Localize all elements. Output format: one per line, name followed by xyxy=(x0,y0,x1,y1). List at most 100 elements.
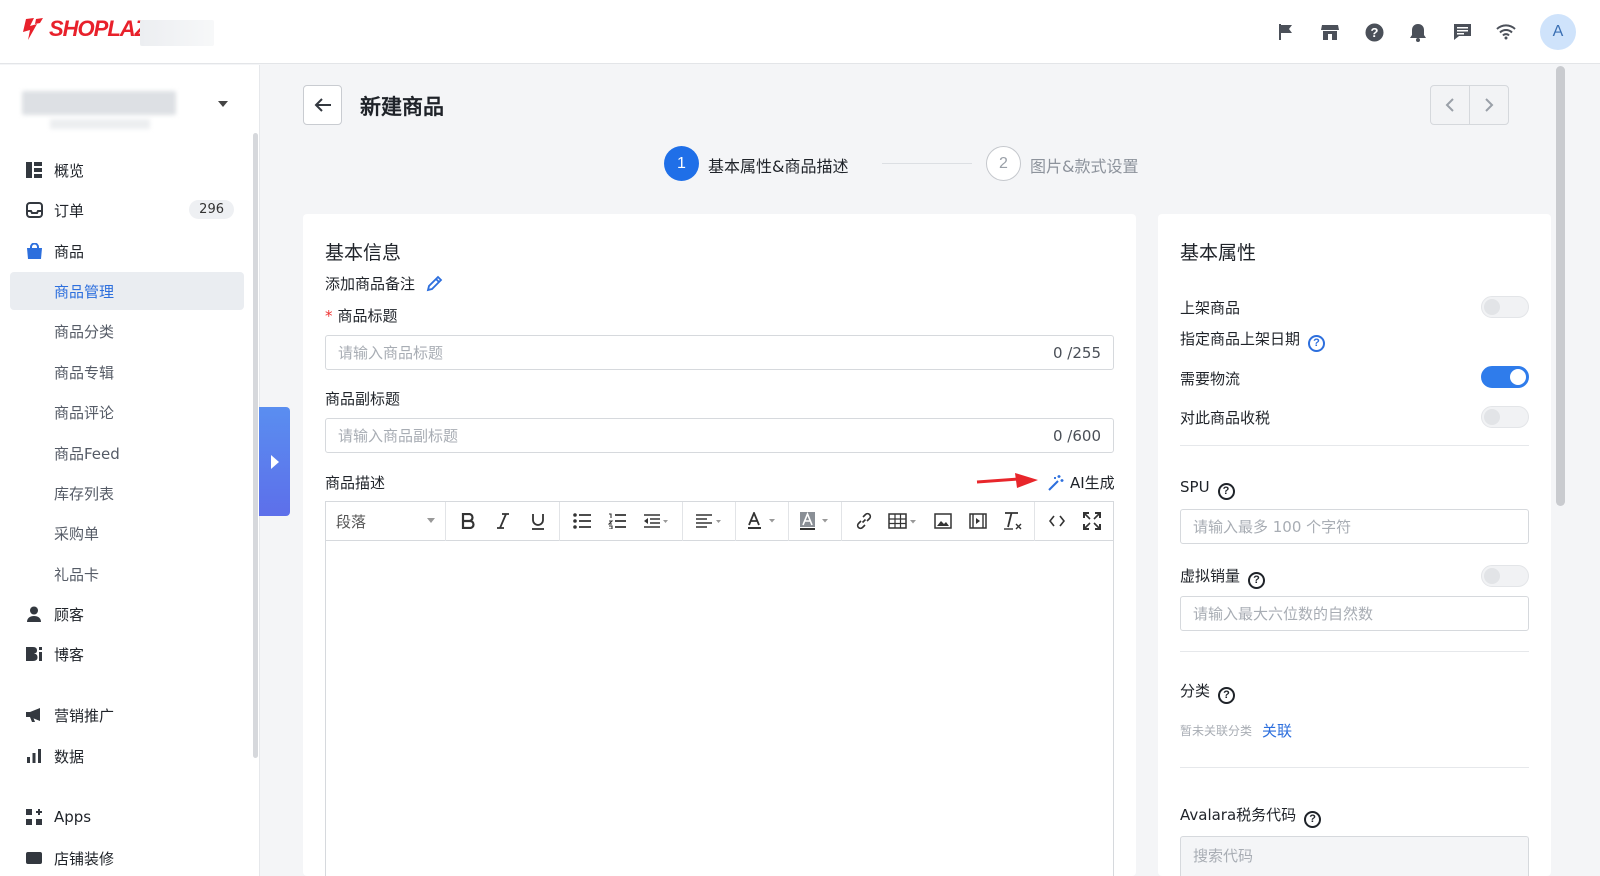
fullscreen-button[interactable] xyxy=(1074,502,1109,541)
avalara-placeholder: 搜索代码 xyxy=(1193,847,1254,865)
virtual-sales-label: 虚拟销量? xyxy=(1180,565,1266,589)
step-indicator: 1 基本属性&商品描述 2 图片&款式设置 xyxy=(664,146,1184,182)
avalara-label: Avalara税务代码? xyxy=(1180,804,1322,828)
virtual-sales-toggle[interactable] xyxy=(1481,565,1529,587)
spu-input[interactable]: 请输入最多 100 个字符 xyxy=(1180,509,1529,544)
store-selector-redacted-sub xyxy=(50,119,150,129)
category-link[interactable]: 关联 xyxy=(1262,720,1292,741)
store-selector-redacted xyxy=(22,91,176,115)
chevron-right-icon xyxy=(1485,98,1494,112)
code-icon xyxy=(1048,515,1065,527)
sidebar-subitem-product-collections[interactable]: 商品专辑 xyxy=(10,353,244,391)
store-selector[interactable] xyxy=(20,89,242,129)
bulleted-list-button[interactable] xyxy=(564,502,599,541)
sidebar-item-marketing[interactable]: 营销推广 xyxy=(10,696,244,734)
publish-toggle[interactable] xyxy=(1481,296,1529,318)
video-button[interactable] xyxy=(960,502,995,541)
sidebar-item-orders[interactable]: 订单 296 xyxy=(10,191,244,229)
background-color-button[interactable] xyxy=(793,502,837,541)
sidebar-item-label: 订单 xyxy=(54,201,85,220)
step-1-label[interactable]: 基本属性&商品描述 xyxy=(708,153,848,177)
bold-button[interactable] xyxy=(450,502,485,541)
avalara-code-select[interactable]: 搜索代码 xyxy=(1180,836,1529,876)
table-button[interactable] xyxy=(881,502,925,541)
help-icon[interactable]: ? xyxy=(1304,810,1322,828)
help-icon[interactable]: ? xyxy=(1248,571,1266,589)
sidebar-subitem-product-feed[interactable]: 商品Feed xyxy=(10,434,244,472)
sidebar-item-overview[interactable]: 概览 xyxy=(10,151,244,189)
chat-icon[interactable] xyxy=(1440,14,1484,50)
numbered-list-icon xyxy=(607,513,626,529)
toolbar-group-view xyxy=(1034,501,1113,541)
sidebar-scrollbar[interactable] xyxy=(253,133,258,758)
sidebar-subitem-purchase-orders[interactable]: 采购单 xyxy=(10,514,244,552)
sidebar-subitem-inventory[interactable]: 库存列表 xyxy=(10,474,244,512)
main-scrollbar[interactable] xyxy=(1556,66,1565,506)
sidebar-subitem-product-categories[interactable]: 商品分类 xyxy=(10,312,244,350)
italic-icon xyxy=(496,513,509,529)
clear-format-button[interactable] xyxy=(995,502,1030,541)
link-icon xyxy=(856,512,871,530)
sidebar-subitem-gift-cards[interactable]: 礼品卡 xyxy=(10,555,244,593)
sidebar-item-apps[interactable]: Apps xyxy=(10,798,244,836)
publish-date-link[interactable]: 指定商品上架日期? xyxy=(1180,328,1326,352)
font-color-button[interactable] xyxy=(740,502,784,541)
align-button[interactable] xyxy=(687,502,731,541)
link-button[interactable] xyxy=(846,502,881,541)
underline-icon xyxy=(531,513,544,530)
user-avatar[interactable]: A xyxy=(1540,14,1576,50)
indent-button[interactable] xyxy=(634,502,678,541)
sidebar-expand-button[interactable] xyxy=(259,407,290,516)
bulleted-list-icon xyxy=(572,513,591,529)
red-arrow-annotation-icon xyxy=(976,473,1038,488)
sidebar-item-analytics[interactable]: 数据 xyxy=(10,737,244,775)
person-icon xyxy=(10,606,54,622)
shipping-toggle[interactable] xyxy=(1481,366,1529,388)
help-icon[interactable]: ? xyxy=(1217,482,1235,500)
underline-button[interactable] xyxy=(520,502,555,541)
toolbar-group-lists xyxy=(559,501,682,541)
ai-generate-button[interactable]: AI生成 xyxy=(1047,472,1115,493)
store-icon[interactable] xyxy=(1308,14,1352,50)
top-icon-bar: ? A xyxy=(1264,14,1576,50)
back-button[interactable] xyxy=(303,85,342,125)
category-status: 暂未关联分类 关联 xyxy=(1180,720,1292,741)
arrow-left-icon xyxy=(314,98,331,112)
video-icon xyxy=(968,513,987,529)
help-icon[interactable]: ? xyxy=(1218,686,1236,704)
sidebar-subitem-product-reviews[interactable]: 商品评论 xyxy=(10,393,244,431)
sidebar-item-customers[interactable]: 顾客 xyxy=(10,595,244,633)
italic-button[interactable] xyxy=(485,502,520,541)
sidebar-item-blog[interactable]: 博客 xyxy=(10,635,244,673)
title-label-text: 商品标题 xyxy=(337,307,398,325)
clear-format-icon xyxy=(1003,512,1021,530)
bell-icon[interactable] xyxy=(1396,14,1440,50)
image-button[interactable] xyxy=(925,502,960,541)
sidebar-subitem-product-management[interactable]: 商品管理 xyxy=(10,272,244,310)
next-button[interactable] xyxy=(1470,86,1508,124)
virtual-sales-input[interactable]: 请输入最大六位数的自然数 xyxy=(1180,596,1529,631)
add-note-link[interactable]: 添加商品备注 xyxy=(325,273,443,294)
title-input[interactable]: 请输入商品标题 0 /255 xyxy=(325,335,1114,370)
paragraph-select[interactable]: 段落 xyxy=(326,511,445,532)
wifi-icon[interactable] xyxy=(1484,14,1528,50)
bar-chart-icon xyxy=(10,748,54,764)
sidebar-item-products[interactable]: 商品 xyxy=(10,232,244,270)
sidebar-item-store-design[interactable]: 店铺装修 xyxy=(10,839,244,876)
tax-label: 对此商品收税 xyxy=(1180,409,1271,427)
bag-icon xyxy=(10,242,54,260)
shipping-label: 需要物流 xyxy=(1180,370,1241,388)
numbered-list-button[interactable] xyxy=(599,502,634,541)
subtitle-input[interactable]: 请输入商品副标题 0 /600 xyxy=(325,418,1114,453)
help-icon[interactable]: ? xyxy=(1352,14,1396,50)
tax-toggle[interactable] xyxy=(1481,406,1529,428)
step-2-label[interactable]: 图片&款式设置 xyxy=(1030,153,1138,177)
previous-button[interactable] xyxy=(1431,86,1470,124)
page-title: 新建商品 xyxy=(360,95,444,119)
toolbar-group-font-color xyxy=(735,501,788,541)
add-note-label: 添加商品备注 xyxy=(325,275,416,293)
basic-attributes-heading: 基本属性 xyxy=(1180,242,1257,264)
flag-icon[interactable] xyxy=(1264,14,1308,50)
source-code-button[interactable] xyxy=(1039,502,1074,541)
editor-content-area[interactable] xyxy=(326,541,1113,876)
